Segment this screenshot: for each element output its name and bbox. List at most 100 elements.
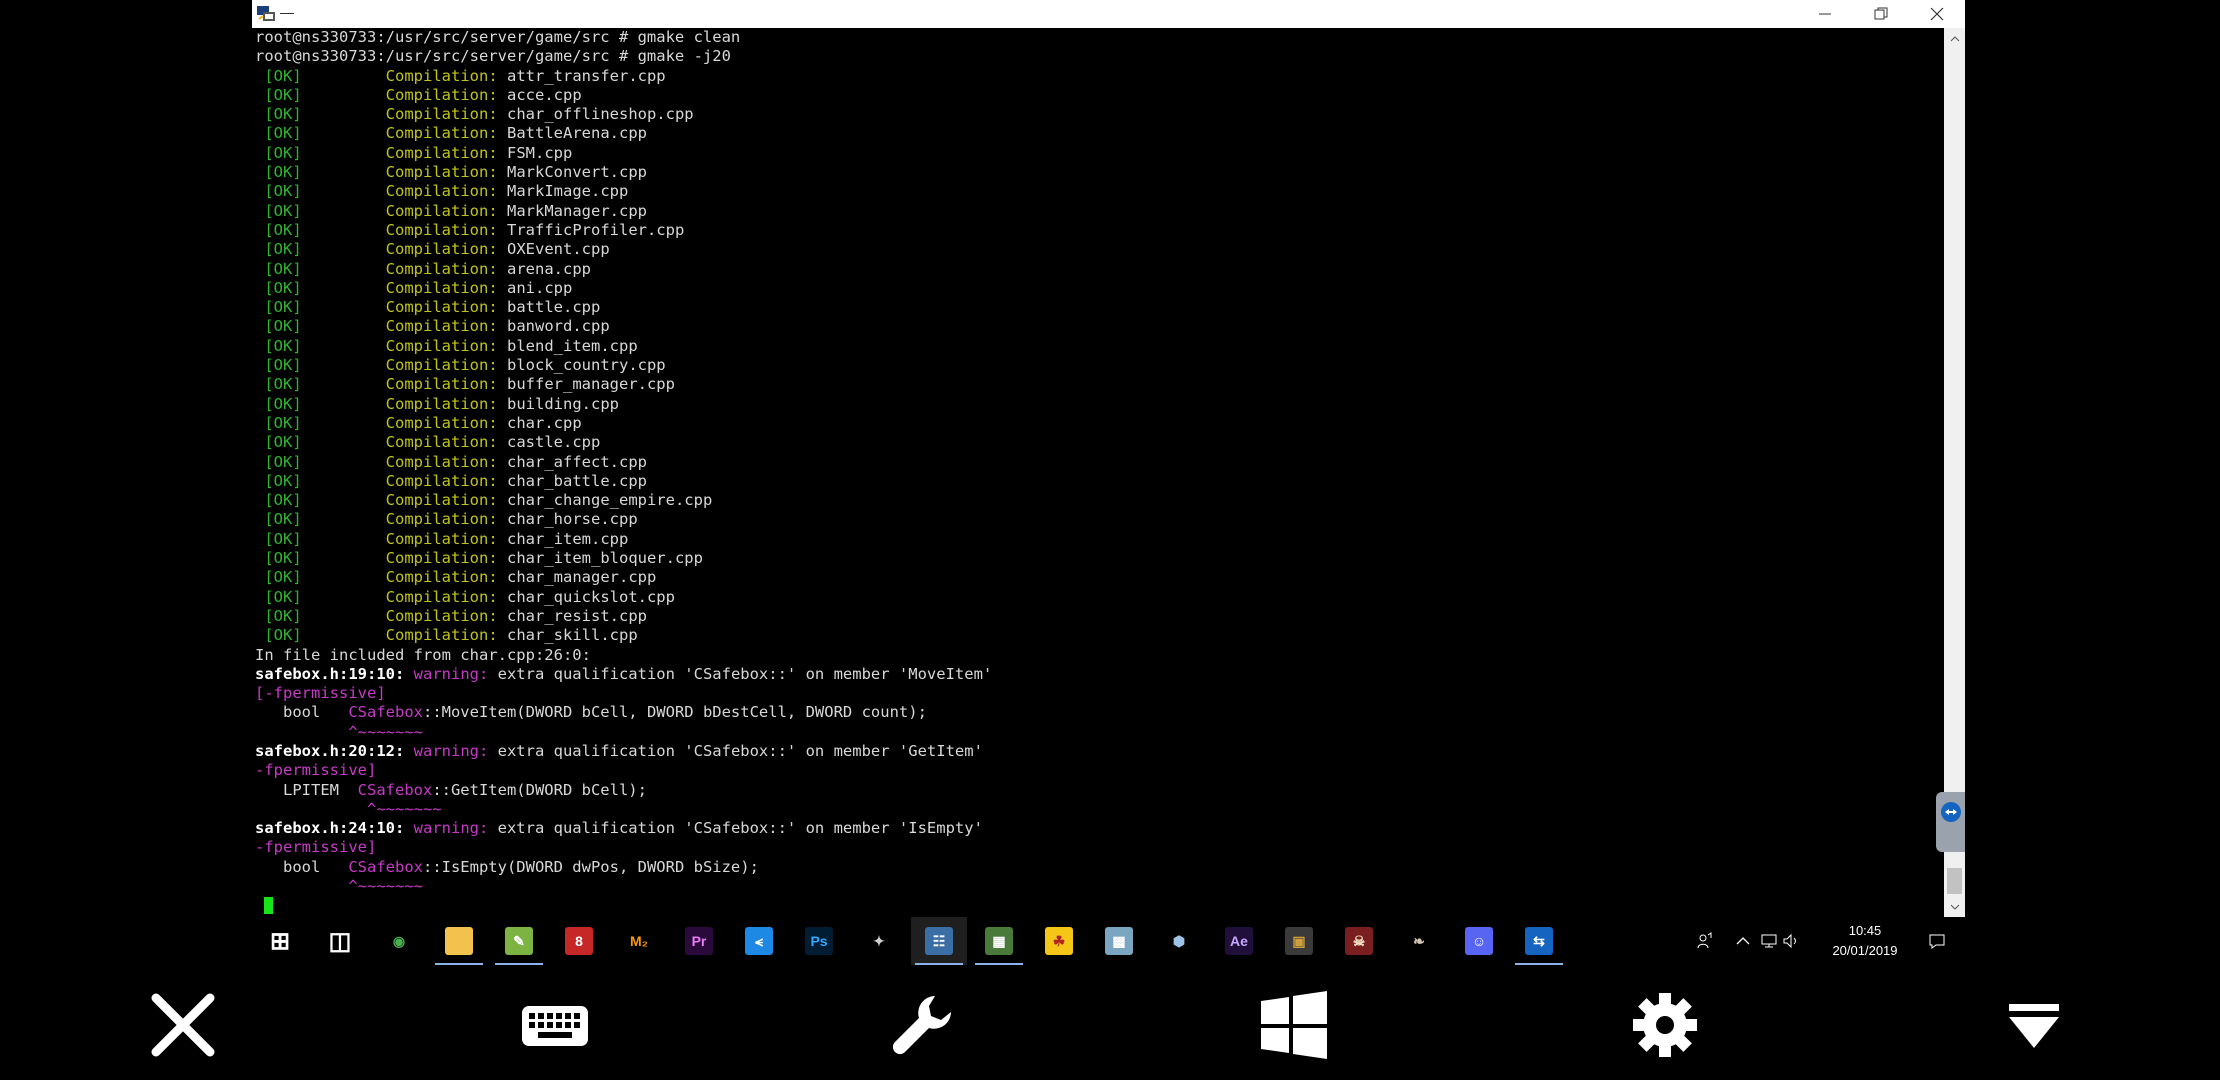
restore-button[interactable] (1853, 0, 1909, 28)
discord-app[interactable]: ☺ (1451, 917, 1507, 965)
notepadpp-app[interactable]: ✎ (491, 917, 547, 965)
compilation-label: Compilation: (385, 259, 498, 278)
terminal-line: ^~~~~~~~ (255, 723, 1944, 742)
tools-button[interactable] (884, 985, 964, 1065)
chrome-icon: ◉ (392, 932, 406, 949)
compiled-file: OXEvent.cpp (507, 240, 610, 259)
compilation-label: Compilation: (385, 143, 498, 162)
ok-status: [OK] (264, 336, 302, 355)
terminal-scrollbar[interactable] (1944, 28, 1965, 917)
premiere-pro-icon: Pr (685, 927, 713, 955)
terminal-line (255, 896, 1944, 915)
terminal-line: [OK] Compilation: blend_item.cpp (255, 337, 1944, 356)
red-app[interactable]: 8 (551, 917, 607, 965)
file-explorer-app[interactable]: ▬ (431, 917, 487, 965)
compiled-file: char_quickslot.cpp (507, 587, 675, 606)
caret-marker: ^~~~~~~~ (255, 799, 442, 818)
image-app[interactable]: ▩ (1091, 917, 1147, 965)
visual-studio-app[interactable]: ⪪ (731, 917, 787, 965)
title-bar[interactable]: — (252, 0, 1965, 28)
game-app[interactable]: ☠ (1331, 917, 1387, 965)
terminal-line: [OK] Compilation: char_item.cpp (255, 530, 1944, 549)
volume-icon[interactable] (1781, 931, 1801, 951)
scroll-thumb[interactable] (1947, 868, 1962, 894)
metin-app[interactable]: M₂ (611, 917, 667, 965)
code-class: CSafebox (348, 857, 423, 876)
compilation-label: Compilation: (385, 298, 498, 317)
network-status-icon[interactable] (1759, 931, 1779, 951)
red-app-icon: 8 (565, 927, 593, 955)
terminal-line: [OK] Compilation: char.cpp (255, 414, 1944, 433)
compilation-label: Compilation: (385, 105, 498, 124)
window-title: — (280, 4, 294, 20)
scroll-down-button[interactable] (1944, 896, 1965, 917)
visual-studio-icon: ⪪ (745, 927, 773, 955)
settings-button[interactable] (1625, 985, 1705, 1065)
ok-status: [OK] (264, 394, 302, 413)
terminal-line: [OK] Compilation: char_affect.cpp (255, 453, 1944, 472)
teamviewer-side-tab[interactable] (1936, 792, 1965, 852)
terminal-line: [OK] Compilation: buffer_manager.cpp (255, 375, 1944, 394)
bird-app[interactable]: ❧ (1391, 917, 1447, 965)
wing-app[interactable]: ✦ (851, 917, 907, 965)
premiere-app[interactable]: Pr (671, 917, 727, 965)
ok-status: [OK] (264, 568, 302, 587)
compilation-label: Compilation: (385, 413, 498, 432)
compiled-file: char_resist.cpp (507, 606, 647, 625)
close-window-button[interactable] (1909, 0, 1965, 28)
compilation-label: Compilation: (385, 587, 498, 606)
compilation-label: Compilation: (385, 394, 498, 413)
compiled-file: char_item.cpp (507, 529, 629, 548)
after-effects-app[interactable]: Ae (1211, 917, 1267, 965)
ok-status: [OK] (264, 124, 302, 143)
terminal-output[interactable]: root@ns330733:/usr/src/server/game/src #… (252, 28, 1944, 917)
terminal-line: safebox.h:24:10: warning: extra qualific… (255, 819, 1944, 838)
notifications-icon[interactable] (1927, 931, 1947, 951)
server-app[interactable]: ▦ (971, 917, 1027, 965)
show-hidden-icons-chevron-icon[interactable] (1733, 931, 1753, 951)
windows-key-button[interactable] (1254, 985, 1334, 1065)
ok-status: [OK] (264, 510, 302, 529)
filezilla-app[interactable]: ☘ (1031, 917, 1087, 965)
discord-icon: ☺ (1465, 927, 1493, 955)
photoshop-app[interactable]: Ps (791, 917, 847, 965)
terminal-app-icon (256, 4, 278, 24)
chevron-up-icon (1950, 35, 1959, 41)
teamviewer-icon (1941, 802, 1961, 822)
chevron-down-icon (1950, 904, 1959, 910)
clock[interactable]: 10:45 20/01/2019 (1825, 921, 1905, 961)
terminal-cursor (264, 897, 274, 915)
ok-status: [OK] (264, 85, 302, 104)
task-view-button[interactable]: ◫ (312, 917, 368, 965)
chrome-app[interactable]: ◉ (371, 917, 427, 965)
ok-status: [OK] (264, 220, 302, 239)
keyboard-button[interactable] (515, 985, 595, 1065)
server-icon: ▦ (985, 927, 1013, 955)
compilation-label: Compilation: (385, 433, 498, 452)
people-icon[interactable] (1695, 931, 1715, 951)
terminal-line: -fpermissive] (255, 838, 1944, 857)
compiled-file: char.cpp (507, 413, 582, 432)
terminal-line: bool CSafebox::MoveItem(DWORD bCell, DWO… (255, 703, 1944, 722)
warning-message: extra qualification 'CSafebox::' on memb… (488, 664, 993, 683)
start-button[interactable]: ⊞ (252, 917, 308, 965)
remote-desktop-window: — root@ns330733:/usr/src/server/game/src… (252, 0, 1965, 965)
compiled-file: MarkImage.cpp (507, 182, 629, 201)
dark-app[interactable]: ▣ (1271, 917, 1327, 965)
compiled-file: char_battle.cpp (507, 471, 647, 490)
fpermissive-flag: -fpermissive] (255, 761, 377, 780)
ok-status: [OK] (264, 143, 302, 162)
terminal-line: [OK] Compilation: MarkConvert.cpp (255, 163, 1944, 182)
minimize-button[interactable] (1797, 0, 1853, 28)
close-session-button[interactable] (143, 985, 223, 1065)
wrench-icon (892, 996, 951, 1055)
ok-status: [OK] (264, 298, 302, 317)
compiled-file: char_skill.cpp (507, 626, 638, 645)
scroll-up-button[interactable] (1944, 28, 1965, 49)
collapse-toolbar-button[interactable] (1994, 985, 2074, 1065)
virtualbox-app[interactable]: ⬢ (1151, 917, 1207, 965)
compilation-label: Compilation: (385, 336, 498, 355)
code-rest: ::IsEmpty(DWORD dwPos, DWORD bSize); (422, 857, 759, 876)
teamviewer-app[interactable]: ⇆ (1511, 917, 1567, 965)
network-app[interactable]: ☷ (911, 917, 967, 965)
